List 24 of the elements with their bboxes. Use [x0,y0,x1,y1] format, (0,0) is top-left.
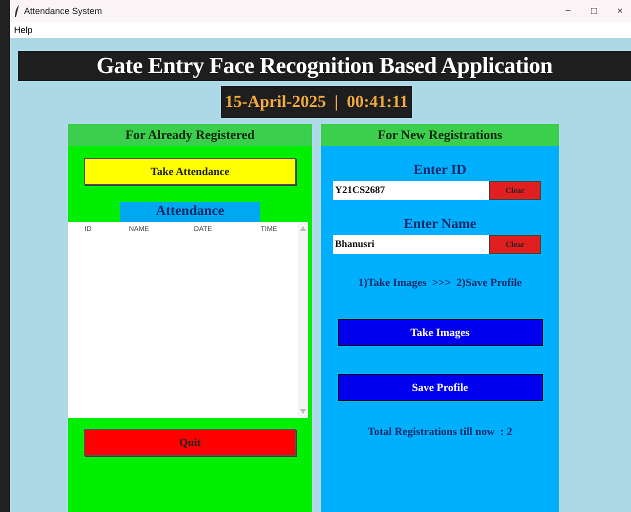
window-title: Attendance System [24,6,102,16]
feather-icon [14,5,20,17]
input-field[interactable]: Y21CS2687 [333,181,489,200]
steps-text: 1)Take Images >>> 2)Save Profile [358,277,522,289]
window-control[interactable]: − [557,6,579,16]
panel-header: For New Registrations [321,124,559,146]
take-images-button[interactable]: Take Images [338,319,542,346]
field-label: Enter Name [404,217,476,233]
window-control[interactable]: □ [583,6,605,16]
menu-item[interactable]: Help [10,25,37,35]
attendance-label: Attendance [120,202,260,222]
scrollbar[interactable] [298,222,308,418]
take-attendance-button[interactable]: Take Attendance [84,158,296,185]
quit-button[interactable]: Quit [84,429,296,456]
date-time: 15-April-2025 | 00:41:11 [220,86,412,118]
input-field[interactable]: Bhanusri [333,235,489,254]
scroll-down-icon[interactable] [300,409,306,414]
scroll-up-icon[interactable] [300,226,306,231]
total-registrations: Total Registrations till now : 2 [368,426,512,438]
panel-header: For Already Registered [68,124,312,146]
window-control[interactable]: × [609,6,631,16]
field-label: Enter ID [413,163,467,179]
app-title: Gate Entry Face Recognition Based Application [18,51,631,81]
save-profile-button[interactable]: Save Profile [338,374,542,401]
